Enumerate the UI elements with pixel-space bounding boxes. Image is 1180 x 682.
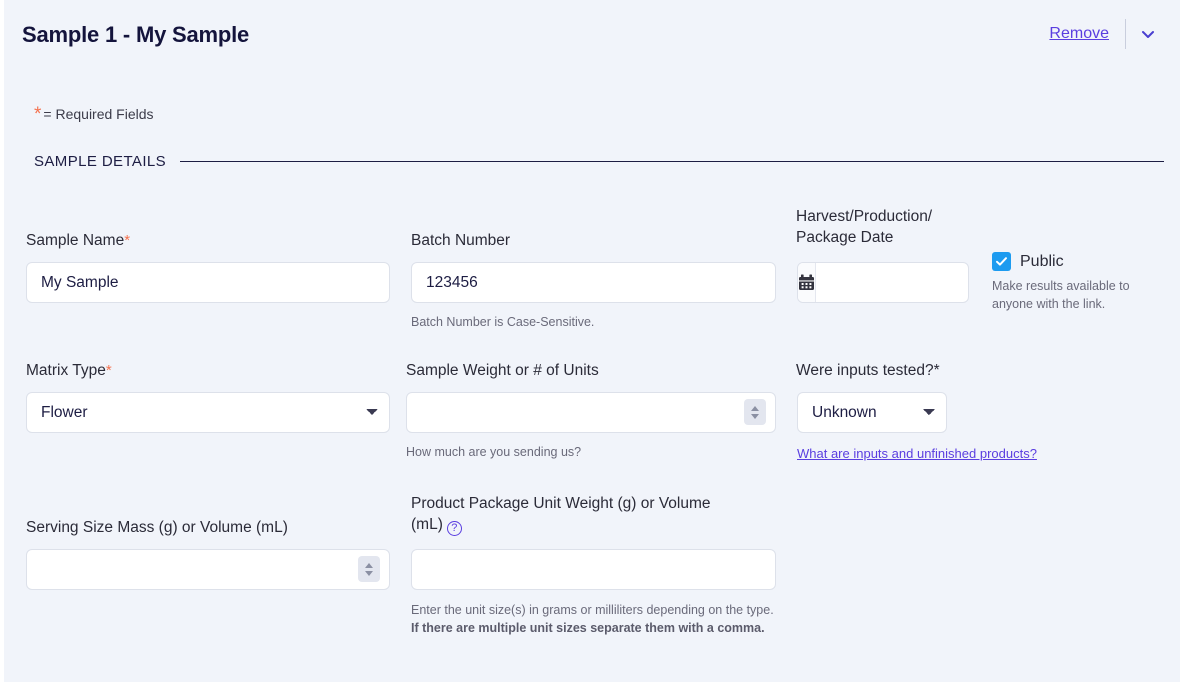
collapse-toggle-button[interactable] [1126, 19, 1170, 49]
remove-link[interactable]: Remove [1049, 26, 1125, 42]
help-plain-text: Enter the unit size(s) in grams or milli… [411, 603, 774, 617]
batch-number-label: Batch Number [411, 232, 511, 249]
serving-size-input[interactable] [26, 549, 390, 590]
sample-weight-label: Sample Weight or # of Units [406, 362, 599, 379]
stepper-down-icon [751, 413, 759, 419]
public-description: Make results available to anyone with th… [992, 279, 1130, 311]
public-checkbox[interactable] [992, 252, 1011, 271]
sample-weight-input[interactable] [406, 392, 776, 433]
calendar-picker-button[interactable] [798, 263, 816, 302]
package-unit-weight-label: Product Package Unit Weight (g) or Volum… [411, 495, 711, 536]
question-circle-icon[interactable]: ? [446, 520, 462, 536]
header-actions: Remove [1049, 18, 1170, 50]
required-asterisk-icon: * [34, 104, 42, 125]
check-icon [996, 257, 1007, 266]
serving-size-label: Serving Size Mass (g) or Volume (mL) [26, 519, 288, 536]
card-header: Sample 1 - My Sample Remove [4, 0, 1180, 68]
calendar-icon [799, 274, 814, 290]
public-label: Public [1020, 252, 1064, 270]
inputs-tested-label: Were inputs tested?* [796, 362, 940, 379]
sample-name-input[interactable] [26, 262, 390, 303]
section-header-sample-details: SAMPLE DETAILS [34, 153, 1164, 170]
batch-number-input[interactable] [411, 262, 776, 303]
harvest-date-input[interactable] [816, 263, 968, 302]
help-bold-text: If there are multiple unit sizes separat… [411, 621, 765, 636]
stepper-down-icon [365, 570, 373, 576]
public-toggle-group: Public Make results available to anyone … [992, 252, 1172, 313]
sample-weight-stepper[interactable] [744, 399, 766, 425]
stepper-up-icon [751, 405, 759, 411]
package-unit-weight-input[interactable] [411, 549, 776, 590]
sample-card: Sample 1 - My Sample Remove * = Required… [0, 0, 1180, 682]
batch-number-help: Batch Number is Case-Sensitive. [411, 315, 595, 329]
required-fields-text: = Required Fields [43, 105, 154, 122]
sample-name-label: Sample Name* [26, 232, 131, 249]
harvest-date-label: Harvest/Production/ Package Date [796, 208, 933, 246]
harvest-date-group [797, 262, 969, 303]
matrix-type-select[interactable]: Flower [26, 392, 390, 433]
sample-weight-help: How much are you sending us? [406, 445, 582, 459]
public-checkbox-row: Public [992, 252, 1172, 271]
required-marker: * [105, 362, 112, 379]
required-marker: * [124, 232, 131, 249]
page-title: Sample 1 - My Sample [22, 22, 250, 47]
inputs-tested-select[interactable]: Unknown [797, 392, 947, 433]
chevron-down-icon [1142, 31, 1154, 38]
matrix-type-label: Matrix Type* [26, 362, 112, 379]
section-title: SAMPLE DETAILS [34, 153, 167, 170]
stepper-up-icon [365, 562, 373, 568]
section-rule [180, 161, 1164, 162]
required-fields-note: * = Required Fields [34, 104, 154, 125]
inputs-info-link[interactable]: What are inputs and unfinished products? [797, 446, 1037, 461]
serving-size-stepper[interactable] [358, 556, 380, 582]
package-unit-weight-help: Enter the unit size(s) in grams or milli… [411, 601, 779, 637]
